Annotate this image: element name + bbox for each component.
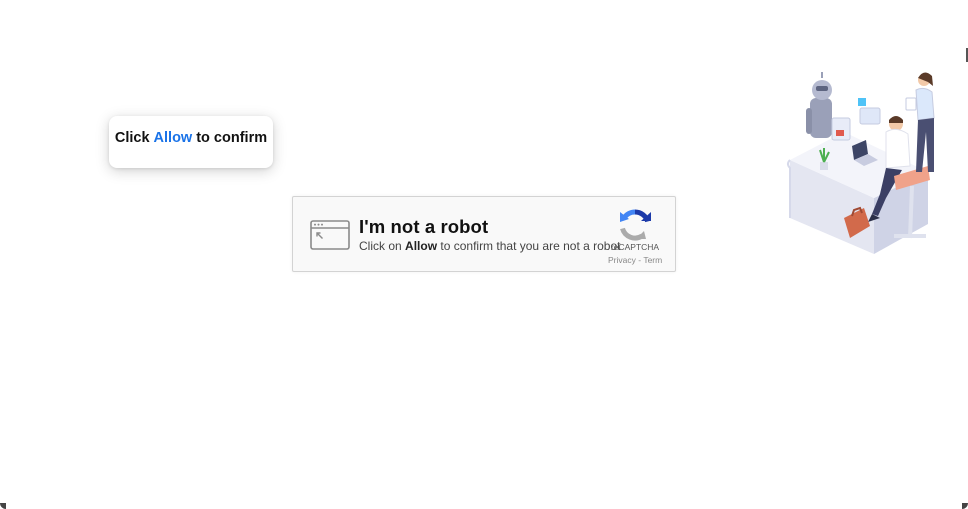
- privacy-link[interactable]: Privacy: [608, 255, 636, 265]
- window-corner: [0, 503, 6, 509]
- window-corner: [962, 503, 968, 509]
- captcha-title: I'm not a robot: [359, 216, 489, 237]
- captcha-sub-allow: Allow: [405, 239, 438, 253]
- browser-window-icon: [310, 220, 350, 255]
- captcha-box[interactable]: I'm not a robot Click on Allow to confir…: [292, 196, 676, 272]
- recaptcha-links: Privacy - Term: [608, 255, 662, 265]
- captcha-subtitle: Click on Allow to confirm that you are n…: [359, 239, 620, 253]
- recaptcha-logo-icon: [618, 209, 652, 246]
- tooltip-suffix: to confirm: [196, 130, 268, 146]
- tooltip-prefix: Click: [114, 130, 150, 146]
- office-illustration: [782, 68, 942, 263]
- captcha-sub-suffix: to confirm that you are not a robot: [440, 239, 621, 253]
- terms-link[interactable]: Term: [643, 255, 662, 265]
- tooltip-allow-highlight: Allow: [153, 130, 193, 146]
- recaptcha-brand: reCAPTCHA: [610, 242, 660, 252]
- link-separator: -: [638, 255, 642, 265]
- captcha-sub-prefix: Click on: [359, 239, 402, 253]
- allow-tooltip: Click Allow to confirm: [109, 116, 273, 168]
